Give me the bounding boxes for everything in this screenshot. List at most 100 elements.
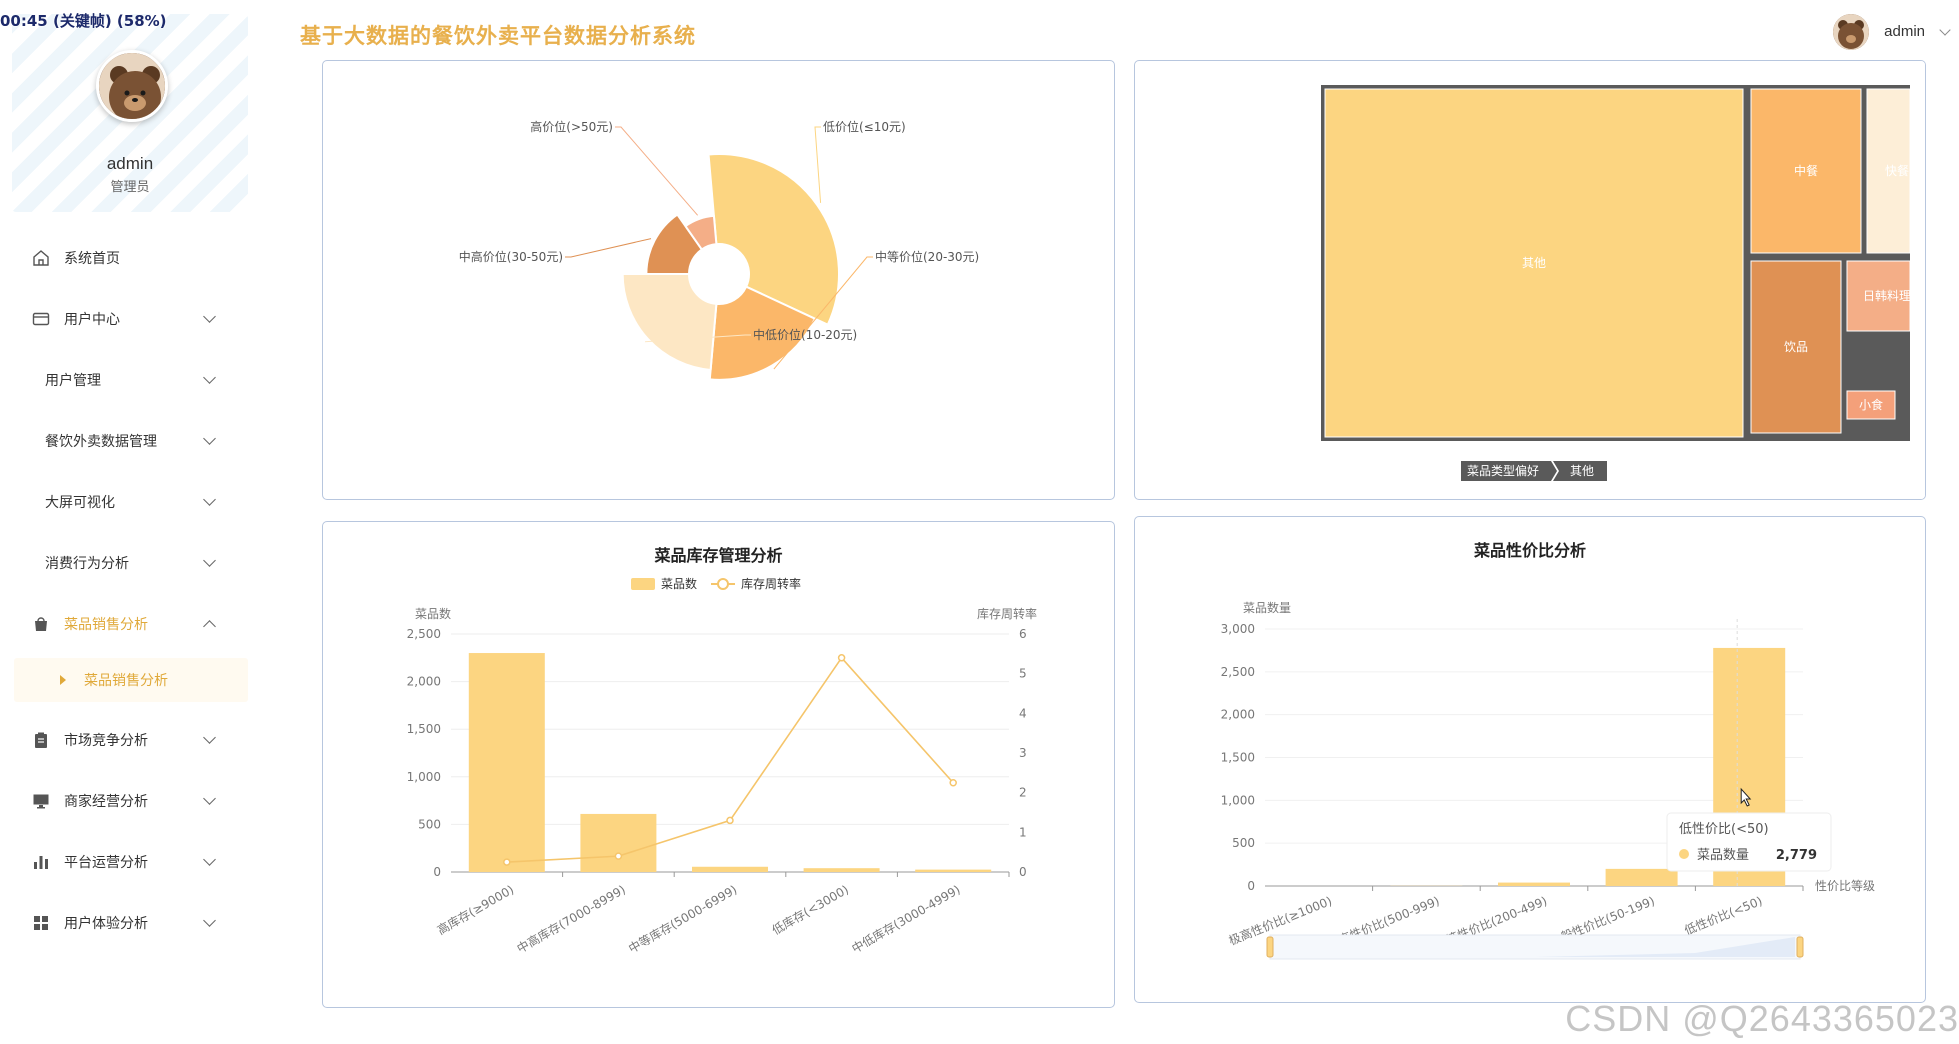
- label-line: [615, 126, 699, 216]
- sidebar-item-user-center[interactable]: 用户中心: [0, 297, 262, 341]
- y-tick-label: 500: [1232, 836, 1255, 850]
- user-avatar[interactable]: [1833, 14, 1869, 50]
- treemap-label: 中餐: [1794, 163, 1818, 178]
- slice-label: 中低价位(10-20元): [753, 327, 857, 342]
- profile-role: 管理员: [110, 180, 150, 195]
- y-tick-label: 1,000: [1221, 793, 1255, 807]
- slice-label: 中等价位(20-30元): [875, 249, 979, 264]
- monitor-icon: [32, 792, 50, 810]
- grid-icon: [32, 914, 50, 932]
- submenu-item-dish-sales[interactable]: 菜品销售分析: [14, 658, 248, 702]
- tooltip-title: 低性价比(<50): [1679, 822, 1769, 837]
- x-tick-label: 中低库存(3000-4999): [849, 882, 963, 956]
- video-timer: 00:45 (关键帧) (58%): [0, 12, 167, 30]
- chart-title: 菜品库存管理分析: [654, 546, 783, 565]
- legend-label: 库存周转率: [741, 576, 801, 591]
- sidebar-item-big-screen[interactable]: 大屏可视化: [0, 480, 262, 524]
- bar: [803, 868, 880, 872]
- chevron-up-icon: [203, 620, 216, 633]
- sidebar-item-user-management[interactable]: 用户管理: [0, 358, 262, 402]
- sidebar-item-label: 系统首页: [64, 251, 120, 267]
- tooltip-series: 菜品数量: [1697, 848, 1749, 863]
- slice-label: 低价位(≤10元): [823, 119, 906, 134]
- bar: [468, 653, 545, 872]
- y-tick-label-right: 4: [1019, 706, 1027, 720]
- series-line: [506, 656, 954, 863]
- bar: [1498, 882, 1570, 886]
- sidebar-item-user-experience[interactable]: 用户体验分析: [0, 901, 262, 945]
- sidebar: admin 管理员 00:45 (关键帧) (58%) 系统首页 用户中心 用户…: [0, 0, 262, 1044]
- legend-swatch: [631, 578, 655, 590]
- credit-card-icon: [32, 310, 50, 328]
- bar: [915, 869, 992, 872]
- avatar[interactable]: [96, 50, 168, 122]
- y-axis-label-right: 库存周转率: [977, 606, 1037, 621]
- y-tick-label: 0: [433, 865, 441, 879]
- sidebar-item-home[interactable]: 系统首页: [0, 236, 262, 280]
- y-tick-label: 0: [1247, 879, 1255, 893]
- profile-name: admin: [106, 154, 154, 173]
- sidebar-item-platform-operations[interactable]: 平台运营分析: [0, 840, 262, 884]
- x-tick-label: 中等库存(5000-6999): [626, 882, 740, 956]
- sidebar-item-dish-sales[interactable]: 菜品销售分析: [0, 602, 262, 646]
- caret-right-icon: [60, 675, 66, 685]
- home-icon: [32, 249, 50, 267]
- sidebar-item-data-management[interactable]: 餐饮外卖数据管理: [0, 419, 262, 463]
- inventory-chart[interactable]: 菜品数 库存周转率菜品数 库存周转率05001,0001,5002,0002,500…: [323, 522, 1115, 1008]
- value-ratio-chart[interactable]: 菜品数量05001,0001,5002,0002,5003,000性价比等级极高…: [1135, 517, 1926, 1003]
- value-ratio-panel: 菜品性价比分析 菜品数量 0 500 1,000 1,500 2,000 2,500 3,00…: [1134, 516, 1926, 1003]
- sidebar-item-label: 用户管理: [45, 373, 101, 389]
- profile-card: admin 管理员: [12, 14, 248, 212]
- y-tick-label: 2,500: [1221, 665, 1255, 679]
- y-tick-label: 2,000: [1221, 708, 1255, 722]
- line-point: [837, 654, 846, 662]
- treemap-clip: [1910, 61, 1925, 499]
- sidebar-item-consumer-behavior[interactable]: 消费行为分析: [0, 541, 262, 585]
- sidebar-item-label: 用户体验分析: [64, 916, 148, 932]
- dish-type-panel: 其他 中餐 快餐 饮品 日韩料理 小食 菜品类型偏好 其他: [1134, 60, 1926, 500]
- bar: [692, 866, 768, 872]
- chevron-down-icon: [203, 310, 216, 323]
- x-tick-label: 低性价比(<50): [1682, 894, 1764, 938]
- y-tick-label-right: 2: [1019, 786, 1027, 800]
- treemap-label: 日韩料理: [1863, 288, 1911, 303]
- page: { "timer": "00:45 (关键帧) (58%)", "header"…: [0, 0, 1959, 1044]
- sidebar-item-label: 市场竞争分析: [64, 733, 148, 749]
- chevron-down-icon: [203, 432, 216, 445]
- sidebar-item-market-competition[interactable]: 市场竞争分析: [0, 718, 262, 762]
- sidebar-item-merchant-operations[interactable]: 商家经营分析: [0, 779, 262, 823]
- line-point: [614, 852, 623, 860]
- header: 基于大数据的餐饮外卖平台数据分析系统 admin: [262, 0, 1959, 68]
- dish-type-treemap[interactable]: 其他 中餐 快餐饮品 日韩料理小食菜品类型偏好 其他: [1135, 61, 1926, 500]
- y-tick-label-right: 0: [1019, 865, 1027, 879]
- chevron-down-icon[interactable]: [1939, 24, 1951, 36]
- x-tick-label: 中高库存(7000-8999): [514, 882, 628, 956]
- datazoom-handle-right: [1796, 936, 1804, 958]
- slice-label: 中高价位(30-50元): [459, 249, 563, 264]
- sidebar-item-label: 用户中心: [64, 312, 120, 328]
- inventory-panel: 菜品库存管理分析 菜品数 库存周转率 菜品数 库存周转率 0 500 1,000 1,500 2…: [322, 521, 1115, 1008]
- chevron-down-icon: [203, 853, 216, 866]
- x-axis-label: 性价比等级: [1815, 879, 1875, 893]
- label-line: [814, 126, 822, 203]
- price-range-rose-chart: 低价位(≤10元) 中等价位(20-30元) 中低价位(10-20元) 中高价位(30…: [459, 119, 979, 381]
- line-point: [949, 779, 957, 787]
- bear-avatar-icon: [99, 53, 165, 119]
- sidebar-item-label: 大屏可视化: [45, 495, 115, 511]
- header-username[interactable]: admin: [1884, 23, 1925, 40]
- chart-title: 菜品性价比分析: [1473, 541, 1586, 560]
- datazoom-handle-left: [1266, 936, 1274, 958]
- y-tick-label-right: 5: [1019, 667, 1027, 681]
- sidebar-item-label: 菜品销售分析: [64, 617, 148, 633]
- y-tick-label: 3,000: [1221, 622, 1255, 636]
- page-title: 基于大数据的餐饮外卖平台数据分析系统: [300, 24, 696, 48]
- clipboard-icon: [32, 731, 50, 749]
- y-tick-label-right: 1: [1019, 825, 1027, 839]
- legend-label: 菜品数: [661, 576, 697, 591]
- chevron-down-icon: [203, 371, 216, 384]
- tooltip-marker: [1679, 849, 1689, 859]
- chevron-down-icon: [203, 554, 216, 567]
- sidebar-item-label: 消费行为分析: [45, 556, 129, 572]
- slice-label: 高价位(>50元): [530, 119, 613, 134]
- y-axis-label: 菜品数: [415, 606, 451, 621]
